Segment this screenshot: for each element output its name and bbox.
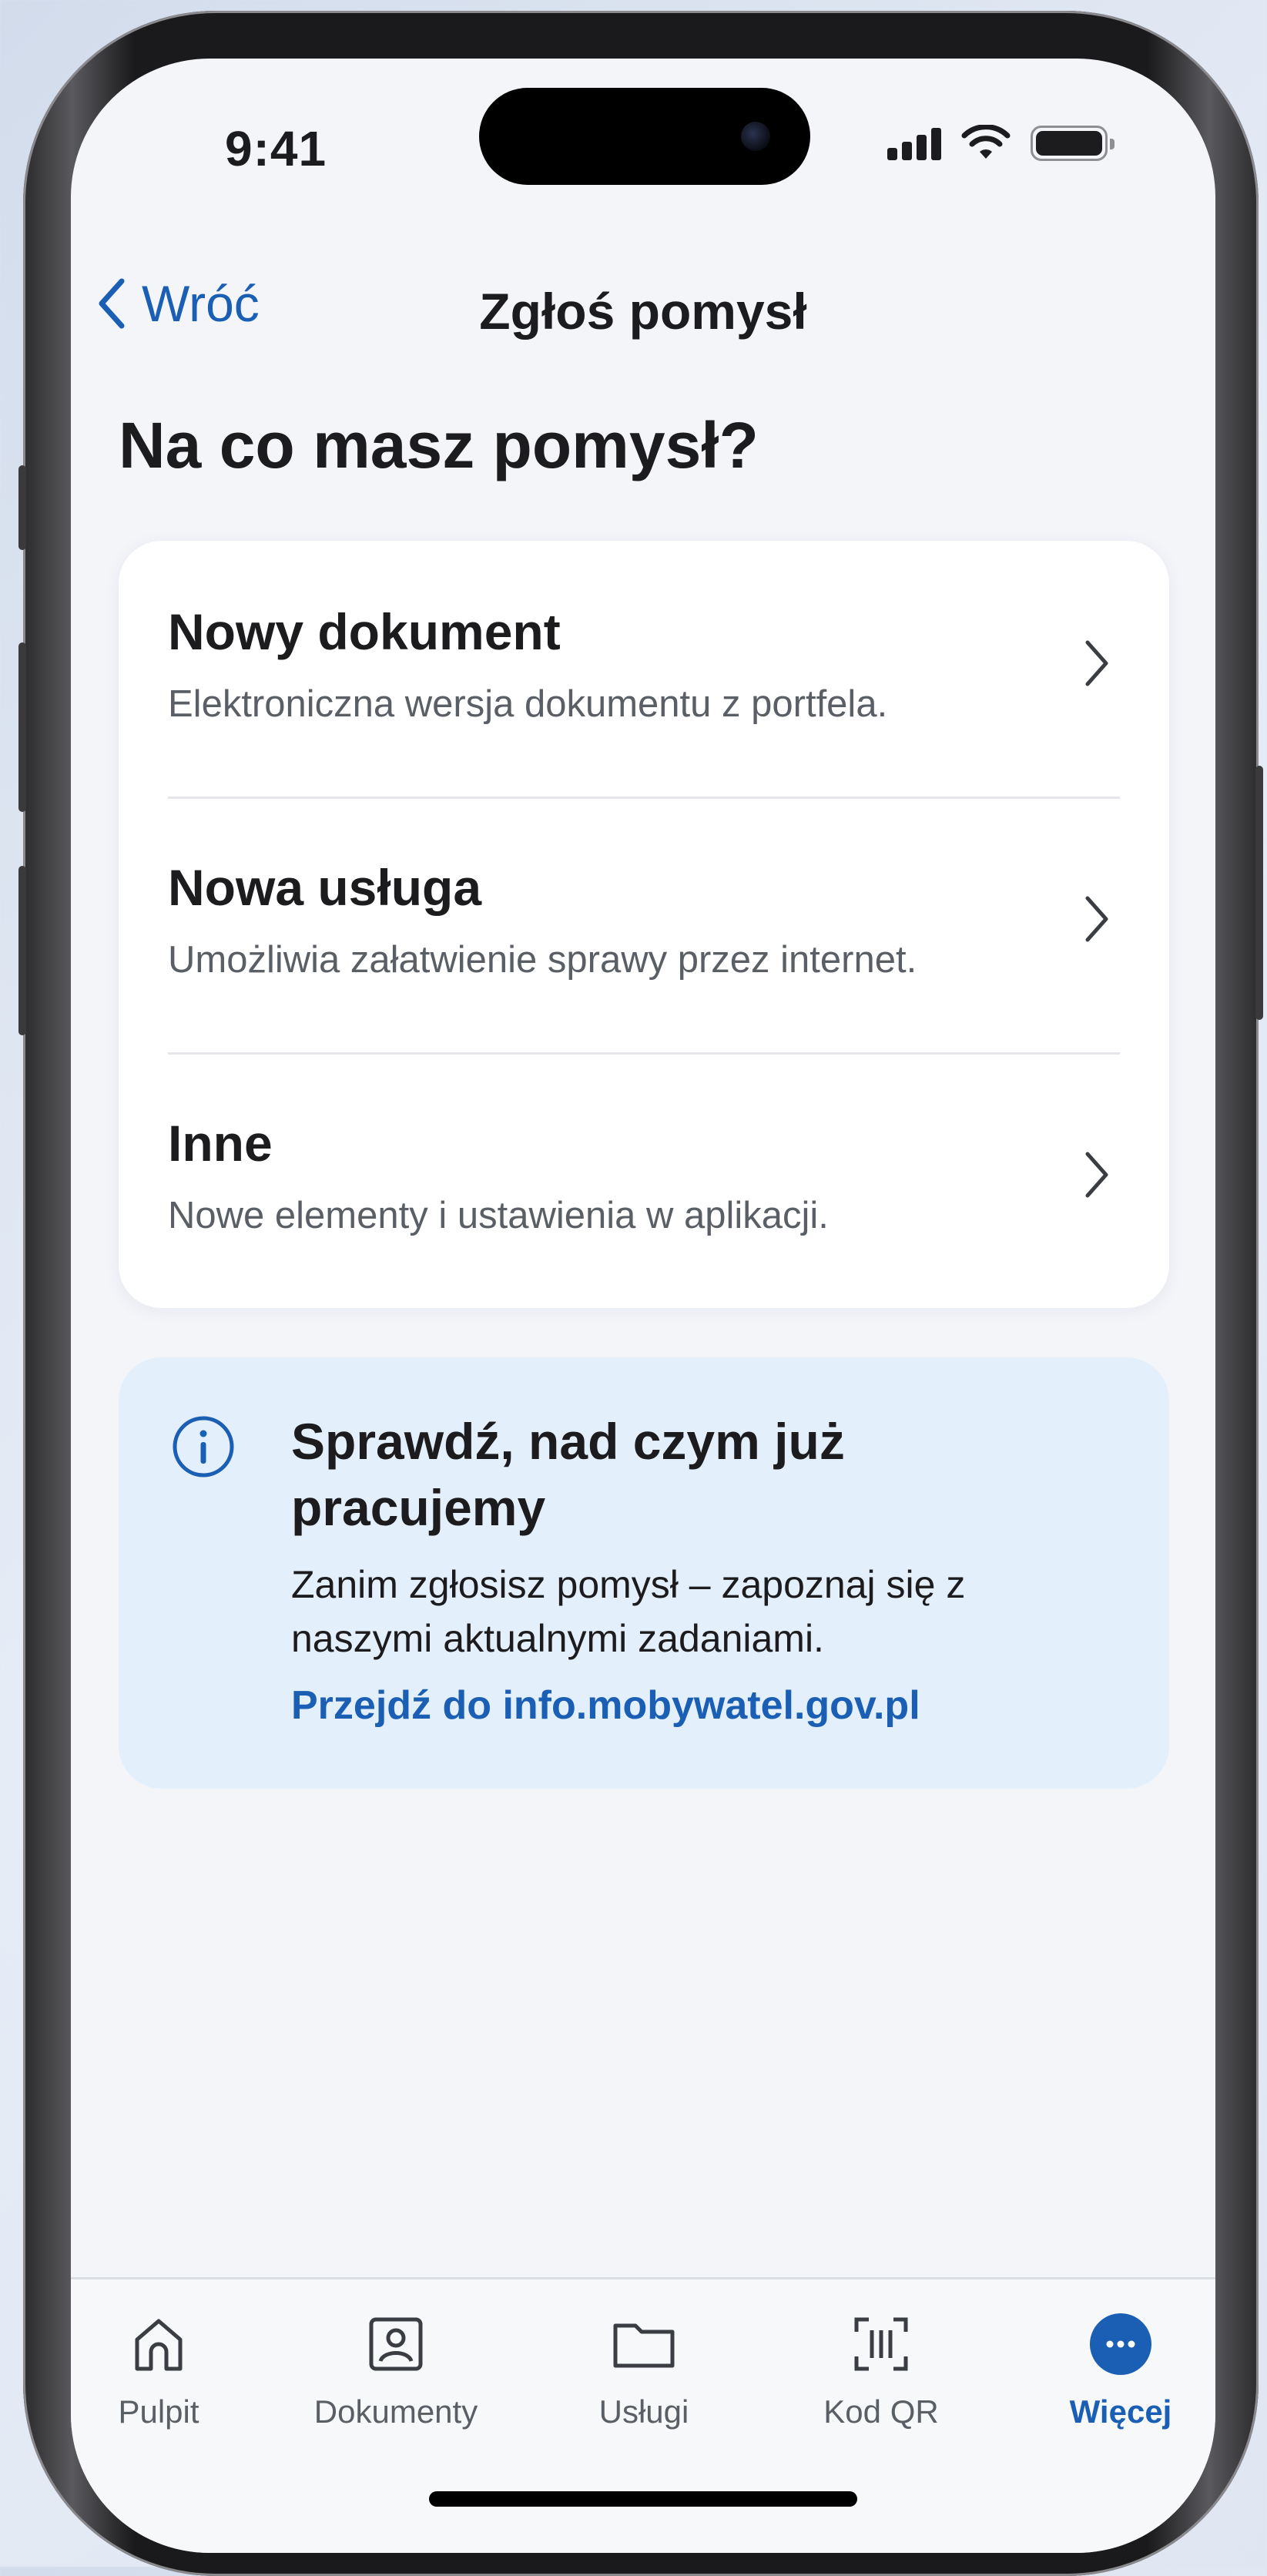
front-camera xyxy=(741,122,770,151)
option-subtitle: Umożliwia załatwienie sprawy przez inter… xyxy=(168,939,917,981)
power-button xyxy=(1255,766,1263,1020)
screen: 9:41 Wróć Zgłoś pomysł Na co masz pomysł… xyxy=(71,59,1215,2553)
info-link[interactable]: Przejdź do info.mobywatel.gov.pl xyxy=(291,1682,920,1729)
option-new-service[interactable]: Nowa usługa Umożliwia załatwienie sprawy… xyxy=(119,797,1169,1052)
dynamic-island xyxy=(479,88,810,185)
info-text: Zanim zgłosisz pomysł – zapoznaj się z n… xyxy=(291,1563,966,1660)
tab-wiecej[interactable]: Więcej xyxy=(1028,2307,1213,2430)
nav-title: Zgłoś pomysł xyxy=(479,283,807,340)
option-title: Nowy dokument xyxy=(168,603,561,660)
tab-label: Usługi xyxy=(598,2393,689,2430)
info-box: Sprawdź, nad czym już pracujemy Zanim zg… xyxy=(119,1357,1169,1789)
navigation-bar: Wróć Zgłoś pomysł xyxy=(71,259,1215,351)
silent-switch xyxy=(18,465,26,550)
tab-label: Dokumenty xyxy=(313,2393,478,2430)
home-icon xyxy=(135,2319,183,2371)
id-card-icon xyxy=(369,2317,423,2371)
tab-uslugi[interactable]: Usługi xyxy=(551,2307,736,2430)
tab-pulpit[interactable]: Pulpit xyxy=(71,2307,251,2430)
option-subtitle: Elektroniczna wersja dokumentu z portfel… xyxy=(168,683,888,725)
page-heading: Na co masz pomysł? xyxy=(119,409,759,481)
options-card: Nowy dokument Elektroniczna wersja dokum… xyxy=(119,541,1169,1308)
tab-bar: Pulpit Dokumenty Usługi Kod QR Więcej xyxy=(71,2277,1215,2553)
home-indicator xyxy=(429,2491,857,2507)
more-icon xyxy=(1090,2313,1151,2375)
option-other[interactable]: Inne Nowe elementy i ustawienia w aplika… xyxy=(119,1052,1169,1308)
cellular-signal-icon xyxy=(887,126,941,160)
tab-label: Więcej xyxy=(1069,2393,1172,2430)
wifi-icon xyxy=(961,125,1011,159)
tab-kod-qr[interactable]: Kod QR xyxy=(789,2307,974,2430)
tab-label: Kod QR xyxy=(823,2393,939,2430)
chevron-right-icon xyxy=(1085,896,1108,942)
option-title: Nowa usługa xyxy=(168,859,482,916)
status-icons xyxy=(887,125,1114,162)
volume-down-button xyxy=(18,866,26,1035)
qr-scan-icon xyxy=(854,2317,908,2371)
info-title: Sprawdź, nad czym już pracujemy xyxy=(291,1413,845,1536)
folder-icon xyxy=(613,2323,675,2368)
volume-up-button xyxy=(18,642,26,812)
info-icon xyxy=(173,1416,234,1478)
chevron-right-icon xyxy=(1085,1152,1108,1198)
tab-label: Pulpit xyxy=(118,2393,199,2430)
status-time: 9:41 xyxy=(225,121,327,176)
option-title: Inne xyxy=(168,1115,273,1172)
chevron-right-icon xyxy=(1085,640,1108,686)
battery-icon xyxy=(1031,126,1114,161)
tab-dokumenty[interactable]: Dokumenty xyxy=(303,2307,488,2430)
option-subtitle: Nowe elementy i ustawienia w aplikacji. xyxy=(168,1195,829,1236)
option-new-document[interactable]: Nowy dokument Elektroniczna wersja dokum… xyxy=(119,541,1169,797)
